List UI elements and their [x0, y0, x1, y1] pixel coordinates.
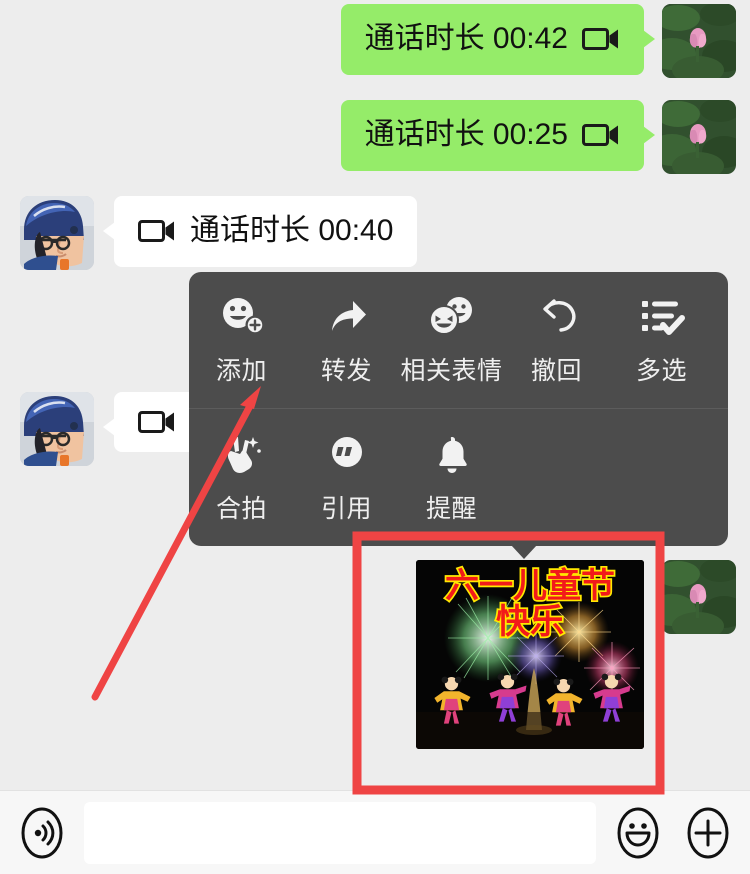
- smiley-icon: [611, 806, 665, 860]
- context-menu-item-recall[interactable]: 撤回: [504, 281, 609, 399]
- message-text: 通话时长 00:42: [364, 22, 568, 55]
- bell-icon: [429, 431, 475, 477]
- message-text: 通话时长 00:40: [190, 214, 394, 247]
- message-bubble-outgoing-2[interactable]: 通话时长 00:25: [340, 100, 656, 171]
- video-camera-icon: [138, 409, 176, 435]
- forward-arrow-icon: [324, 293, 370, 339]
- avatar-lotus-3[interactable]: [662, 560, 736, 634]
- message-row-outgoing-2: 通话时长 00:25: [340, 100, 736, 174]
- undo-arrow-icon: [534, 293, 580, 339]
- context-menu-label: 引用: [320, 494, 372, 523]
- avatar-lotus-2[interactable]: [662, 100, 736, 174]
- sticker-subtitle-text: 快乐: [496, 602, 564, 642]
- voice-wave-icon: [15, 806, 69, 860]
- context-menu-label: 撤回: [530, 357, 582, 385]
- wechat-chat-screen: 通话时长 00:42 通话时长 00:25 通话时长 00:40 六一儿童节 快…: [0, 0, 750, 874]
- context-menu-item-multiselect[interactable]: 多选: [609, 281, 714, 399]
- context-menu-row-1: 添加 转发 相关表情 撤回 多选: [189, 272, 728, 409]
- message-row-outgoing-1: 通话时长 00:42: [340, 4, 736, 78]
- message-context-menu[interactable]: 添加 转发 相关表情 撤回 多选 合拍 引用 提醒: [189, 272, 728, 559]
- chat-input-bar: [0, 790, 750, 874]
- quote-marks-icon: [324, 431, 370, 477]
- context-menu-item-add[interactable]: 添加: [189, 281, 294, 399]
- video-camera-icon: [582, 26, 620, 52]
- message-row-outgoing-sticker: 六一儿童节 快乐: [416, 560, 736, 749]
- more-actions-button[interactable]: [680, 805, 736, 861]
- double-smiley-icon: [426, 293, 478, 339]
- hand-peace-sparkle-icon: [219, 431, 265, 477]
- avatar-boy-helmet-1[interactable]: [20, 196, 94, 270]
- context-menu-label: 添加: [215, 357, 267, 385]
- context-menu-label: 转发: [320, 357, 372, 385]
- context-menu-item-forward[interactable]: 转发: [294, 281, 399, 399]
- context-menu-label: 提醒: [425, 494, 477, 523]
- sticker-title-text: 六一儿童节: [445, 566, 615, 606]
- plus-circle-icon: [681, 806, 735, 860]
- emoji-picker-button[interactable]: [610, 805, 666, 861]
- context-menu-label: 多选: [635, 357, 687, 385]
- context-menu-label: 相关表情: [400, 357, 503, 385]
- context-menu-item-related-stickers[interactable]: 相关表情: [399, 281, 504, 399]
- sticker-children-day[interactable]: 六一儿童节 快乐: [416, 560, 644, 749]
- message-text: 通话时长 00:25: [364, 118, 568, 151]
- video-camera-icon: [138, 218, 176, 244]
- message-row-incoming-1: 通话时长 00:40: [20, 196, 418, 270]
- context-menu-row-2: 合拍 引用 提醒: [189, 409, 728, 546]
- avatar-boy-helmet-2[interactable]: [20, 392, 94, 466]
- checklist-icon: [639, 293, 685, 339]
- message-bubble-incoming-1[interactable]: 通话时长 00:40: [102, 196, 418, 267]
- context-menu-item-quote[interactable]: 引用: [294, 419, 399, 537]
- voice-input-button[interactable]: [14, 805, 70, 861]
- context-menu-label: 合拍: [215, 494, 267, 523]
- smiley-plus-icon: [219, 293, 265, 339]
- message-text-input[interactable]: [84, 801, 596, 864]
- avatar-lotus-1[interactable]: [662, 4, 736, 78]
- message-bubble-outgoing-1[interactable]: 通话时长 00:42: [340, 4, 656, 75]
- context-menu-item-remind[interactable]: 提醒: [399, 419, 504, 537]
- video-camera-icon: [582, 122, 620, 148]
- context-menu-item-coshoot[interactable]: 合拍: [189, 419, 294, 537]
